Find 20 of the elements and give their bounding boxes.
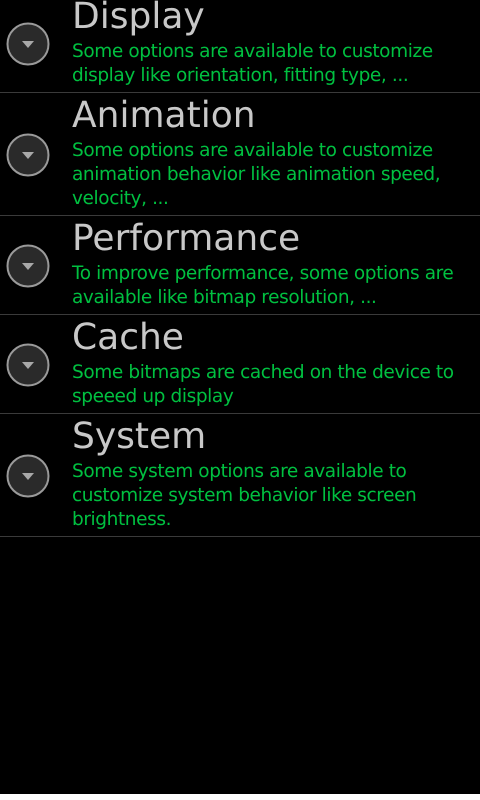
- expand-icon[interactable]: [6, 343, 50, 387]
- list-group-row[interactable]: Display Some options are available to customize display like orientation, fitting type, ...: [0, 0, 480, 93]
- group-title: Display: [72, 0, 206, 39]
- group-title: Performance: [72, 217, 302, 261]
- list-group-row[interactable]: Performance To improve performance, some options are available like bitmap resolution, ...: [0, 216, 480, 315]
- group-title: Animation: [72, 94, 257, 138]
- group-title: System: [72, 415, 208, 459]
- list-group-row[interactable]: Cache Some bitmaps are cached on the device to speeed up display: [0, 315, 480, 414]
- group-description: Some bitmaps are cached on the device to speeed up display: [72, 361, 455, 409]
- group-description: Some system options are available to customize system behavior like screen brightness.: [72, 460, 418, 532]
- list-group-row[interactable]: System Some system options are available to customize system behavior like screen brightness.: [0, 414, 480, 537]
- expand-icon[interactable]: [6, 133, 50, 177]
- expand-icon[interactable]: [6, 454, 50, 498]
- group-title: Cache: [72, 316, 185, 360]
- group-description: Some options are available to customize display like orientation, fitting type, ...: [72, 40, 434, 88]
- group-description: Some options are available to customize animation behavior like animation speed, velocity, ...: [72, 139, 442, 211]
- expand-icon[interactable]: [6, 22, 50, 66]
- group-description: To improve performance, some options are available like bitmap resolution, ...: [72, 262, 454, 310]
- list-group-row[interactable]: Animation Some options are available to customize animation behavior like animation speed, velocity, ...: [0, 93, 480, 216]
- expand-icon[interactable]: [6, 244, 50, 288]
